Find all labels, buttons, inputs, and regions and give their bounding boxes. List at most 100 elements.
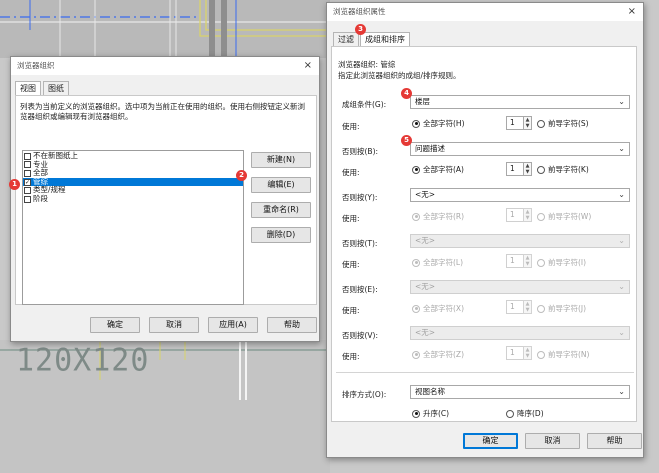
chevron-down-icon: ⌄ (618, 328, 625, 337)
tab-label: 过滤 (338, 35, 354, 44)
browser-org-dialog: 浏览器组织 × 视图 图纸 列表为当前定义的浏览器组织。选中项为当前正在使用的组… (10, 56, 320, 342)
tab-content-panel: 列表为当前定义的浏览器组织。选中项为当前正在使用的组织。使用右侧按钮定义新浏览器… (15, 95, 317, 305)
sort-by-select[interactable]: 视图名称 ⌄ (410, 385, 630, 399)
use-label: 使用: (342, 352, 360, 361)
group-by-label: 成组条件(G): (342, 100, 387, 109)
cancel-button[interactable]: 取消 (525, 433, 580, 449)
tab-views[interactable]: 视图 (15, 81, 41, 95)
annotation-badge-5: 5 (401, 135, 412, 146)
cad-linework (0, 0, 330, 58)
radio-dot (537, 212, 545, 221)
then-by-select[interactable]: <无> ⌄ (410, 280, 630, 294)
dialog-title: 浏览器组织 (17, 61, 55, 70)
chevron-down-icon: ⌄ (618, 190, 625, 199)
cancel-button[interactable]: 取消 (149, 317, 199, 333)
tab-content-panel: 浏览器组织: 管综 指定此浏览器组织的成组/排序规则。 成组条件(G): 楼层 ⌄… (331, 46, 637, 422)
sort-by-label: 排序方式(O): (342, 390, 387, 399)
use-label: 使用: (342, 122, 360, 131)
org-name-label: 浏览器组织: 管综 (338, 60, 396, 69)
leading-chars-radio[interactable]: 前导字符(S) (537, 118, 589, 129)
all-chars-radio[interactable]: 全部字符(H) (412, 118, 465, 129)
ok-button[interactable]: 确定 (463, 433, 518, 449)
checkbox[interactable] (24, 152, 31, 160)
checkbox[interactable] (24, 169, 31, 177)
edit-button[interactable]: 编辑(E) (251, 177, 311, 193)
divider (336, 372, 634, 373)
cad-canvas-top (0, 0, 330, 58)
use-label: 使用: (342, 214, 360, 223)
tab-label: 图纸 (48, 84, 64, 93)
all-chars-radio[interactable]: 全部字符(R) (412, 211, 464, 222)
then-by-label: 否则按(E): (342, 285, 378, 294)
stepper-icon[interactable]: ▲ ▼ (523, 116, 532, 130)
checkbox[interactable] (24, 161, 31, 169)
chevron-down-icon: ⌄ (618, 387, 625, 396)
dialog-title: 浏览器组织属性 (333, 7, 386, 16)
use-label: 使用: (342, 168, 360, 177)
annotation-badge-3: 3 (355, 24, 366, 35)
help-button[interactable]: 帮助 (587, 433, 642, 449)
stepper-icon[interactable]: ▲ ▼ (523, 300, 532, 314)
checkbox[interactable] (24, 195, 31, 203)
stepper-icon[interactable]: ▲ ▼ (523, 162, 532, 176)
chevron-down-icon: ⌄ (618, 97, 625, 106)
tab-label: 成组和排序 (365, 35, 405, 44)
then-by-select[interactable]: <无> ⌄ (410, 188, 630, 202)
leading-chars-radio[interactable]: 前导字符(N) (537, 349, 589, 360)
list-item[interactable]: 全部 (23, 169, 243, 178)
then-by-label: 否则按(T): (342, 239, 378, 248)
then-by-select[interactable]: <无> ⌄ (410, 326, 630, 340)
help-button[interactable]: 帮助 (267, 317, 317, 333)
rename-button[interactable]: 重命名(R) (251, 202, 311, 218)
all-chars-radio[interactable]: 全部字符(L) (412, 257, 463, 268)
radio-dot (412, 350, 420, 359)
close-icon[interactable]: × (628, 5, 636, 19)
then-by-label: 否则按(V): (342, 331, 379, 340)
then-by-select[interactable]: <无> ⌄ (410, 234, 630, 248)
org-description: 列表为当前定义的浏览器组织。选中项为当前正在使用的组织。使用右侧按钮定义新浏览器… (20, 102, 305, 121)
leading-chars-radio[interactable]: 前导字符(I) (537, 257, 586, 268)
list-item[interactable]: 专业 (23, 160, 243, 170)
leading-chars-radio[interactable]: 前导字符(J) (537, 303, 586, 314)
then-by-select[interactable]: 问题描述 ⌄ (410, 142, 630, 156)
dialog-titlebar: 浏览器组织 × (11, 57, 319, 75)
checkbox-checked[interactable]: ✓ (24, 178, 31, 186)
apply-button[interactable]: 应用(A) (208, 317, 258, 333)
list-item[interactable]: 不在新图纸上 (23, 151, 243, 161)
descending-radio[interactable]: 降序(D) (506, 408, 544, 419)
all-chars-radio[interactable]: 全部字符(A) (412, 164, 464, 175)
stepper-icon[interactable]: ▲ ▼ (523, 208, 532, 222)
stepper-icon[interactable]: ▲ ▼ (523, 254, 532, 268)
stepper-icon[interactable]: ▲ ▼ (523, 346, 532, 360)
radio-dot (412, 119, 420, 128)
instruction-label: 指定此浏览器组织的成组/排序规则。 (338, 71, 461, 80)
then-by-label: 否则按(B): (342, 147, 379, 156)
all-chars-radio[interactable]: 全部字符(Z) (412, 349, 464, 360)
ok-button[interactable]: 确定 (90, 317, 140, 333)
leading-chars-radio[interactable]: 前导字符(W) (537, 211, 591, 222)
annotation-badge-2: 2 (236, 170, 247, 181)
checkbox[interactable] (24, 187, 31, 195)
radio-dot (412, 212, 420, 221)
new-button[interactable]: 新建(N) (251, 152, 311, 168)
close-icon[interactable]: × (304, 59, 312, 73)
ascending-radio[interactable]: 升序(C) (412, 408, 449, 419)
use-label: 使用: (342, 306, 360, 315)
radio-dot (412, 304, 420, 313)
chevron-down-icon: ⌄ (618, 144, 625, 153)
radio-dot (412, 165, 420, 174)
tab-sheets[interactable]: 图纸 (43, 81, 69, 95)
tab-filter[interactable]: 过滤 (333, 32, 359, 46)
delete-button[interactable]: 删除(D) (251, 227, 311, 243)
all-chars-radio[interactable]: 全部字符(X) (412, 303, 464, 314)
tab-label: 视图 (20, 84, 36, 93)
browser-org-properties-dialog: 浏览器组织属性 × 过滤 成组和排序 浏览器组织: 管综 指定此浏览器组织的成组… (326, 2, 644, 458)
cad-dimension-label: 120X120 (16, 342, 150, 379)
tab-grouping-sorting[interactable]: 成组和排序 (360, 32, 410, 46)
list-item[interactable]: 阶段 (23, 194, 243, 204)
radio-dot (506, 409, 514, 418)
group-by-select[interactable]: 楼层 ⌄ (410, 95, 630, 109)
use-label: 使用: (342, 260, 360, 269)
list-item[interactable]: 类型/规程 (23, 186, 243, 195)
leading-chars-radio[interactable]: 前导字符(K) (537, 164, 589, 175)
